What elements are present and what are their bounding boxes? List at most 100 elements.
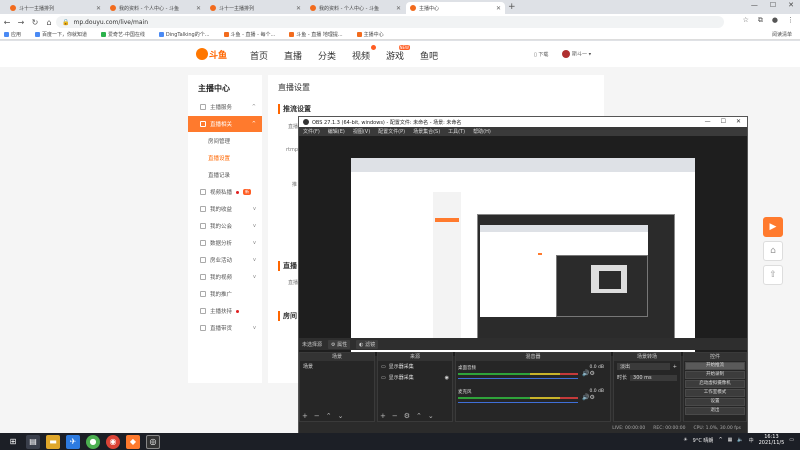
file-explorer-icon[interactable]: ▬ xyxy=(46,434,60,449)
reload-icon[interactable]: ↻ xyxy=(28,18,42,27)
notifications-icon[interactable]: ▭ xyxy=(789,437,794,443)
sidebar-item-support[interactable]: 主播扶持 xyxy=(188,303,262,319)
clock[interactable]: 16:13 2021/11/5 xyxy=(759,434,785,446)
maximize-icon[interactable]: ☐ xyxy=(721,118,726,125)
close-icon[interactable]: ✕ xyxy=(396,5,401,12)
volume-slider[interactable] xyxy=(458,402,578,403)
close-icon[interactable]: ✕ xyxy=(736,118,741,125)
sidebar-item-live[interactable]: 直播相关 ^ xyxy=(188,116,262,132)
extensions-icon[interactable]: ⧉ xyxy=(758,16,763,25)
app-icon[interactable]: ● xyxy=(86,434,100,449)
download-button[interactable]: ▯ 下载 xyxy=(534,51,548,58)
source-item[interactable]: ▭ 显示器采集 xyxy=(378,361,452,372)
nav-home[interactable]: 首页 xyxy=(250,49,268,62)
home-icon[interactable]: ⌂ xyxy=(42,18,56,27)
nav-category[interactable]: 分类 xyxy=(318,49,336,62)
up-icon[interactable]: ⌃ xyxy=(326,412,332,420)
bookmark-item[interactable]: DingTalking的个... xyxy=(158,31,210,38)
nav-video[interactable]: 视频 xyxy=(352,45,377,62)
chrome-icon[interactable]: ◉ xyxy=(106,434,120,449)
mail-icon[interactable]: ✈ xyxy=(66,434,80,449)
sidebar-item-guild[interactable]: 我的公会 v xyxy=(188,218,262,234)
douyu-app-icon[interactable]: ◆ xyxy=(126,434,140,449)
sidebar-item-video[interactable]: 视频私播 新 xyxy=(188,184,262,200)
menu-help[interactable]: 帮助(H) xyxy=(473,128,491,135)
remove-icon[interactable]: − xyxy=(392,412,398,420)
maximize-icon[interactable]: ☐ xyxy=(770,1,776,9)
add-icon[interactable]: + xyxy=(673,364,677,370)
back-icon[interactable]: ← xyxy=(0,18,14,27)
virtual-camera-button[interactable]: 启动虚拟摄像机 xyxy=(685,380,745,388)
nav-yuba[interactable]: 鱼吧 xyxy=(420,49,438,62)
obs-app-icon[interactable]: ◎ xyxy=(146,434,160,449)
menu-scene-collection[interactable]: 场景集合(S) xyxy=(413,128,440,135)
windows-start-icon[interactable]: ⊞ xyxy=(6,435,20,449)
close-icon[interactable]: ✕ xyxy=(496,5,501,12)
task-view-icon[interactable]: ▤ xyxy=(26,434,40,449)
new-tab-button[interactable]: + xyxy=(508,2,516,12)
start-recording-button[interactable]: 开始录制 xyxy=(685,371,745,379)
sidebar-item-data[interactable]: 数据分析 v xyxy=(188,235,262,251)
start-streaming-button[interactable]: 开始推流 xyxy=(685,362,745,370)
bookmark-item[interactable]: 应用 xyxy=(4,31,21,38)
sidebar-item-commerce[interactable]: 直播带货 v xyxy=(188,320,262,336)
nav-live[interactable]: 直播 xyxy=(284,49,302,62)
volume-slider[interactable] xyxy=(458,378,578,379)
studio-mode-button[interactable]: 工作室模式 xyxy=(685,389,745,397)
down-icon[interactable]: ⌄ xyxy=(428,412,434,420)
bookmark-item[interactable]: 主播中心 xyxy=(356,31,384,38)
remove-icon[interactable]: − xyxy=(314,412,320,420)
duration-input[interactable]: 300 ms xyxy=(630,374,677,381)
add-icon[interactable]: + xyxy=(380,412,386,420)
browser-tab-3[interactable]: 斗十一主播排列 ✕ xyxy=(206,2,305,14)
close-icon[interactable]: ✕ xyxy=(196,5,201,12)
volume-icon[interactable]: 🔈 xyxy=(737,437,743,443)
speaker-icon[interactable]: 🔊⚙ xyxy=(582,370,595,377)
bookmark-item[interactable]: 斗鱼 - 直播 地理提... xyxy=(289,31,343,38)
sidebar-sub-room-manage[interactable]: 房间管理 xyxy=(208,137,230,145)
home-icon[interactable]: ⌂ xyxy=(763,241,783,261)
chevron-up-icon[interactable]: ^ xyxy=(718,437,722,443)
add-icon[interactable]: + xyxy=(302,412,308,420)
star-icon[interactable]: ☆ xyxy=(743,16,749,25)
obs-preview[interactable] xyxy=(299,136,747,356)
menu-file[interactable]: 文件(F) xyxy=(303,128,320,135)
bookmark-item[interactable]: 百度一下，你就知道 xyxy=(35,31,87,38)
sidebar-item-activity[interactable]: 房业活动 v xyxy=(188,252,262,268)
nav-game[interactable]: 游戏 NEW xyxy=(386,45,411,62)
gear-icon[interactable]: ⚙ xyxy=(404,412,410,420)
transition-select[interactable]: 淡出 + xyxy=(614,361,680,372)
top-icon[interactable]: ⇧ xyxy=(763,265,783,285)
profile-icon[interactable]: ● xyxy=(772,16,778,25)
sidebar-item-income[interactable]: 我的收益 v xyxy=(188,201,262,217)
sidebar-item-anchor-service[interactable]: 主播服务 ^ xyxy=(188,99,262,115)
browser-tab-4[interactable]: 我的资料 - 个人中心 - 斗鱼 ✕ xyxy=(306,2,405,14)
scene-item[interactable]: 场景 xyxy=(300,361,374,372)
close-icon[interactable]: ✕ xyxy=(96,5,101,12)
menu-icon[interactable]: ⋮ xyxy=(787,16,794,25)
browser-tab-2[interactable]: 我的资料 - 个人中心 - 斗鱼 ✕ xyxy=(106,2,205,14)
reading-list[interactable]: 阅读清单 xyxy=(772,31,792,38)
browser-tab-5[interactable]: 主播中心 ✕ xyxy=(406,2,505,14)
sidebar-sub-live-settings[interactable]: 直播设置 xyxy=(208,154,230,162)
menu-tools[interactable]: 工具(T) xyxy=(448,128,465,135)
settings-button[interactable]: 设置 xyxy=(685,398,745,406)
url-input[interactable]: 🔒 mp.douyu.com/live/main xyxy=(56,16,724,28)
close-icon[interactable]: ✕ xyxy=(296,5,301,12)
properties-button[interactable]: ⚙ 属性 xyxy=(328,339,351,349)
close-icon[interactable]: ✕ xyxy=(788,1,794,9)
up-icon[interactable]: ⌃ xyxy=(416,412,422,420)
bookmark-item[interactable]: 爱奇艺-中国在线 xyxy=(101,31,145,38)
menu-profile[interactable]: 配置文件(P) xyxy=(378,128,405,135)
menu-view[interactable]: 视图(V) xyxy=(353,128,370,135)
forward-icon[interactable]: → xyxy=(14,18,28,27)
exit-button[interactable]: 退出 xyxy=(685,407,745,415)
input-language[interactable]: 中 xyxy=(749,437,754,444)
play-icon[interactable]: ▶ xyxy=(763,217,783,237)
sidebar-item-my-video[interactable]: 我的视频 v xyxy=(188,269,262,285)
menu-edit[interactable]: 编辑(E) xyxy=(328,128,345,135)
source-item[interactable]: ▭ 显示器采集 ◉ xyxy=(378,372,452,383)
bookmark-item[interactable]: 斗鱼 - 直播 - 每个... xyxy=(223,31,275,38)
down-icon[interactable]: ⌄ xyxy=(338,412,344,420)
filters-button[interactable]: ◐ 滤镜 xyxy=(356,339,379,349)
